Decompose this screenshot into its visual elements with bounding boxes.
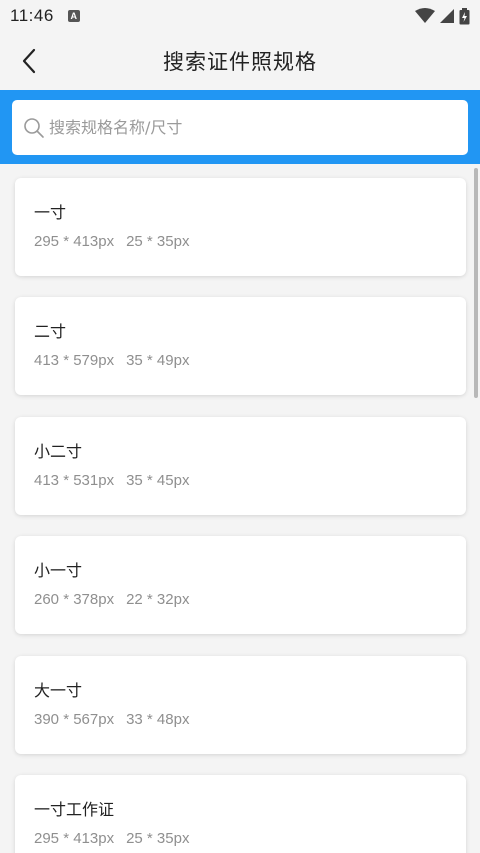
spec-dimensions: 413 * 579px 35 * 49px <box>34 352 466 369</box>
spec-print-size: 25 * 35px <box>126 830 190 847</box>
spec-pixel-size: 390 * 567px <box>34 711 115 728</box>
battery-charging-icon <box>459 7 470 24</box>
spec-dimensions: 260 * 378px 22 * 32px <box>34 591 466 608</box>
search-box[interactable] <box>12 100 468 155</box>
search-bar-area <box>0 90 480 164</box>
scrollbar[interactable] <box>474 168 478 398</box>
spec-card[interactable]: 小二寸 413 * 531px 35 * 45px <box>15 417 466 515</box>
status-time: 11:46 <box>10 6 54 25</box>
a-icon: A <box>67 10 80 22</box>
spec-pixel-size: 413 * 531px <box>34 472 115 489</box>
spec-card[interactable]: 一寸 295 * 413px 25 * 35px <box>15 178 466 276</box>
spec-dimensions: 413 * 531px 35 * 45px <box>34 472 466 489</box>
spec-print-size: 35 * 49px <box>126 352 190 369</box>
spec-card[interactable]: 小一寸 260 * 378px 22 * 32px <box>15 536 466 634</box>
spec-name: 一寸 <box>34 203 67 222</box>
spec-pixel-size: 295 * 413px <box>34 233 115 250</box>
app-header: 搜索证件照规格 <box>0 32 480 90</box>
spec-card[interactable]: 二寸 413 * 579px 35 * 49px <box>15 297 466 395</box>
back-button[interactable] <box>14 46 44 76</box>
spec-print-size: 33 * 48px <box>126 711 190 728</box>
spec-name: 小二寸 <box>34 442 83 461</box>
signal-icon <box>440 9 454 23</box>
spec-print-size: 22 * 32px <box>126 591 190 608</box>
spec-dimensions: 295 * 413px 25 * 35px <box>34 233 466 250</box>
spec-dimensions: 295 * 413px 25 * 35px <box>34 830 466 847</box>
spec-name: 大一寸 <box>34 681 83 700</box>
search-input[interactable] <box>49 118 429 137</box>
spec-name: 一寸工作证 <box>34 800 115 819</box>
status-icons <box>415 7 470 25</box>
spec-pixel-size: 295 * 413px <box>34 830 115 847</box>
spec-list[interactable]: 一寸 295 * 413px 25 * 35px 二寸 413 * 579px 35… <box>0 164 480 853</box>
wifi-icon <box>415 8 435 23</box>
spec-pixel-size: 413 * 579px <box>34 352 115 369</box>
spec-print-size: 35 * 45px <box>126 472 190 489</box>
spec-name: 小一寸 <box>34 561 83 580</box>
status-bar: 11:46 A <box>0 0 480 32</box>
spec-card[interactable]: 大一寸 390 * 567px 33 * 48px <box>15 656 466 754</box>
spec-card[interactable]: 一寸工作证 295 * 413px 25 * 35px <box>15 775 466 853</box>
search-icon <box>24 117 44 138</box>
spec-dimensions: 390 * 567px 33 * 48px <box>34 711 466 728</box>
spec-name: 二寸 <box>34 322 67 341</box>
page-title: 搜索证件照规格 <box>163 50 317 74</box>
spec-pixel-size: 260 * 378px <box>34 591 115 608</box>
spec-print-size: 25 * 35px <box>126 233 190 250</box>
chevron-left-icon <box>22 48 36 74</box>
